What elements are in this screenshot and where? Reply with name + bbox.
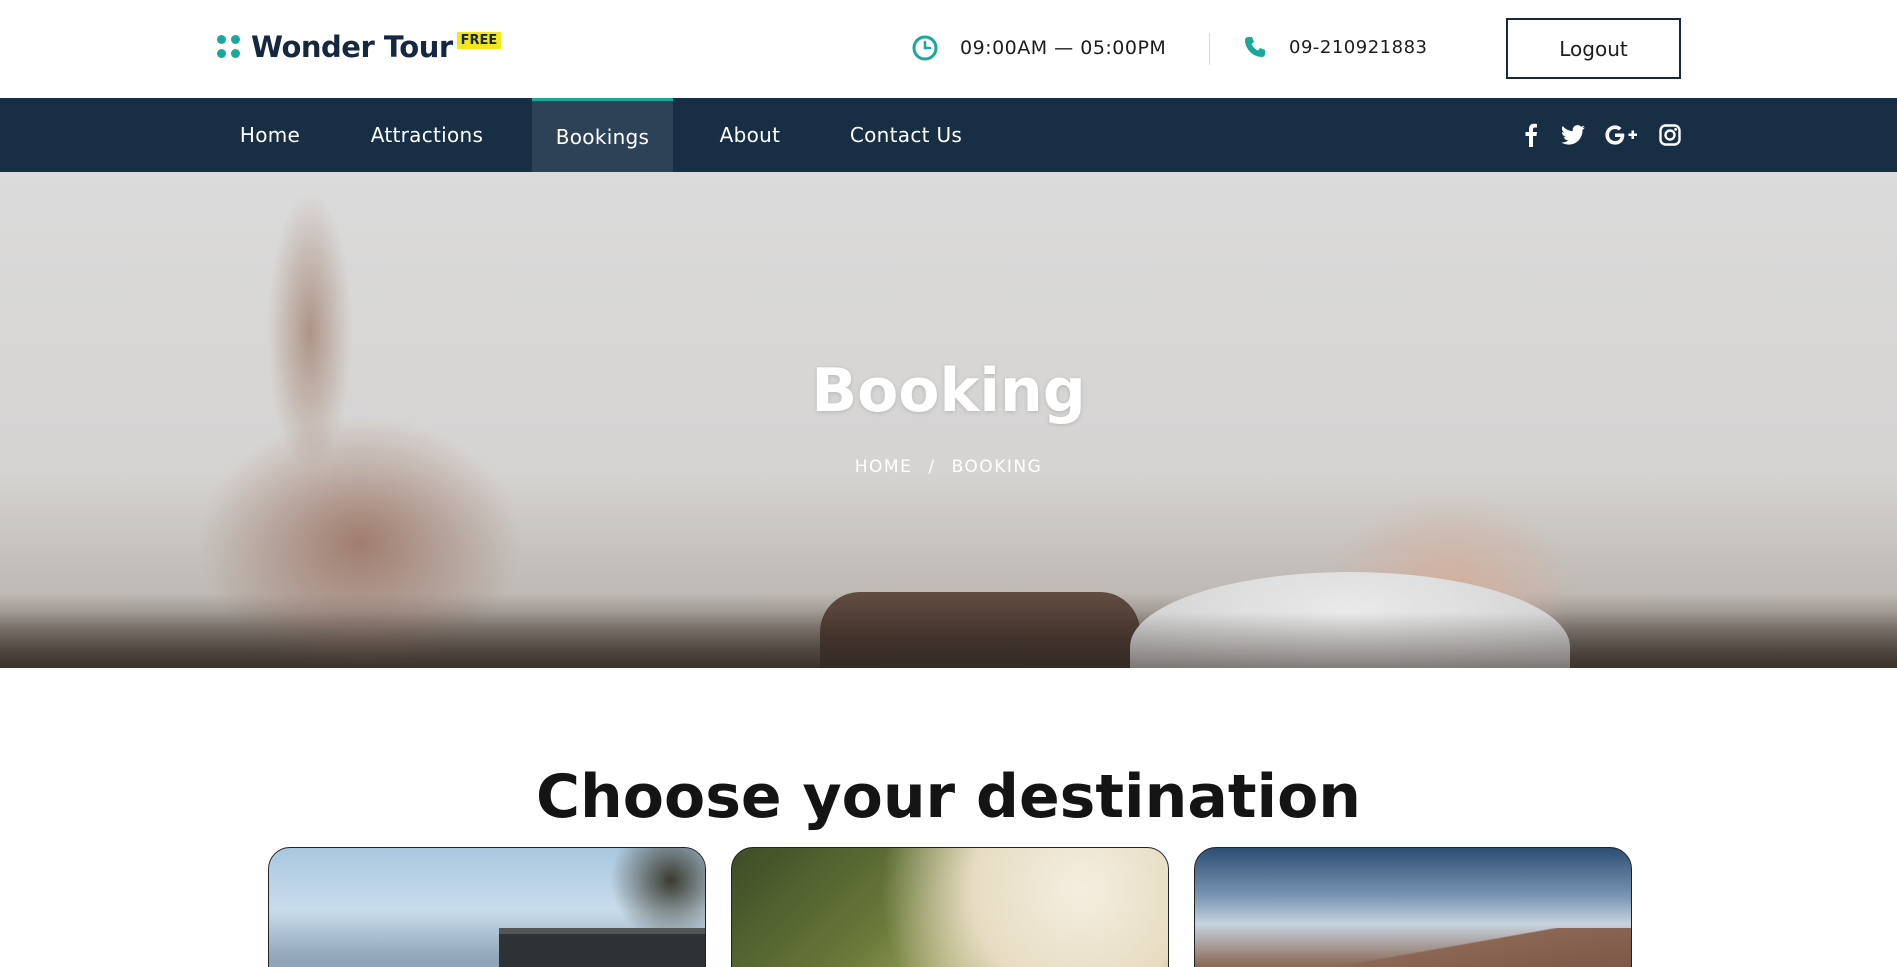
breadcrumb-home[interactable]: HOME: [855, 457, 913, 477]
breadcrumb-separator: /: [928, 457, 936, 477]
card-1-building: [499, 928, 705, 967]
card-3-hill: [1195, 928, 1631, 967]
logo-dots-icon: [217, 35, 241, 59]
hero-device-image: [820, 592, 1140, 668]
contact-phone: 09-210921883: [1243, 35, 1427, 59]
hours-text: 09:00AM — 05:00PM: [960, 37, 1167, 59]
hero-mouse-image: [1130, 572, 1570, 668]
hero-desk-shade: [0, 612, 1897, 668]
nav-item-contact-us[interactable]: Contact Us: [827, 98, 985, 172]
google-plus-icon[interactable]: [1604, 98, 1638, 172]
nav-item-home[interactable]: Home: [218, 98, 322, 172]
phone-icon: [1245, 37, 1265, 57]
phone-number[interactable]: 09-210921883: [1289, 37, 1427, 58]
destination-card-3[interactable]: [1194, 847, 1632, 967]
nav-item-about[interactable]: About: [699, 98, 801, 172]
opening-hours: 09:00AM — 05:00PM: [912, 35, 1166, 61]
breadcrumb: HOME / BOOKING: [0, 457, 1897, 477]
page-title: Booking: [811, 356, 1086, 426]
logo-badge: FREE: [456, 31, 502, 49]
destination-card-1[interactable]: [268, 847, 706, 967]
logo[interactable]: Wonder Tour FREE: [217, 30, 502, 64]
facebook-icon[interactable]: [1520, 98, 1542, 172]
destination-card-2[interactable]: [731, 847, 1169, 967]
section-title: Choose your destination: [536, 762, 1361, 832]
instagram-icon[interactable]: [1657, 98, 1683, 172]
logo-name: Wonder Tour: [251, 30, 453, 64]
breadcrumb-current: BOOKING: [951, 457, 1043, 477]
twitter-icon[interactable]: [1560, 98, 1586, 172]
card-1-tree: [599, 848, 705, 928]
main-navbar: Home Attractions Bookings About Contact …: [0, 98, 1897, 172]
nav-item-attractions[interactable]: Attractions: [348, 98, 506, 172]
header-divider: [1209, 33, 1210, 65]
top-header: Wonder Tour FREE 09:00AM — 05:00PM 09-21…: [0, 0, 1897, 98]
nav-item-bookings[interactable]: Bookings: [532, 98, 673, 172]
clock-icon: [912, 35, 938, 61]
logout-button[interactable]: Logout: [1506, 18, 1681, 79]
